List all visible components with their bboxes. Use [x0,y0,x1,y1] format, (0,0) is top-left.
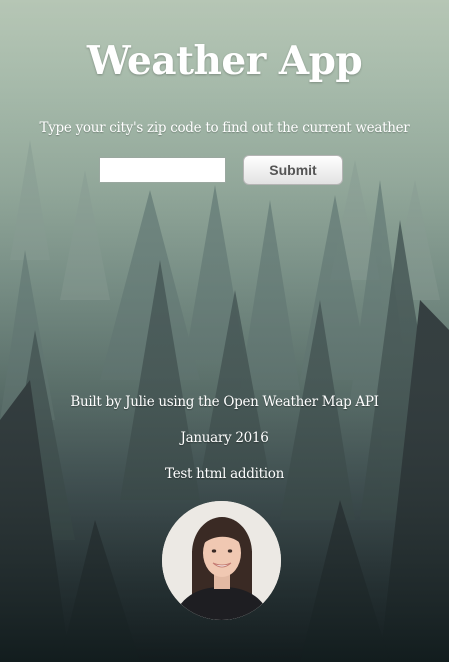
profile-photo-icon [162,501,281,620]
app-title: Weather App [86,38,363,84]
zip-code-input[interactable] [99,157,226,183]
app-subtitle: Type your city's zip code to find out th… [39,120,410,136]
page-content: Weather App Type your city's zip code to… [0,0,449,662]
credit-text: Built by Julie using the Open Weather Ma… [70,394,379,410]
date-text: January 2016 [180,430,269,446]
profile-avatar [162,501,281,620]
test-text: Test html addition [165,466,284,482]
submit-button[interactable]: Submit [243,155,343,185]
